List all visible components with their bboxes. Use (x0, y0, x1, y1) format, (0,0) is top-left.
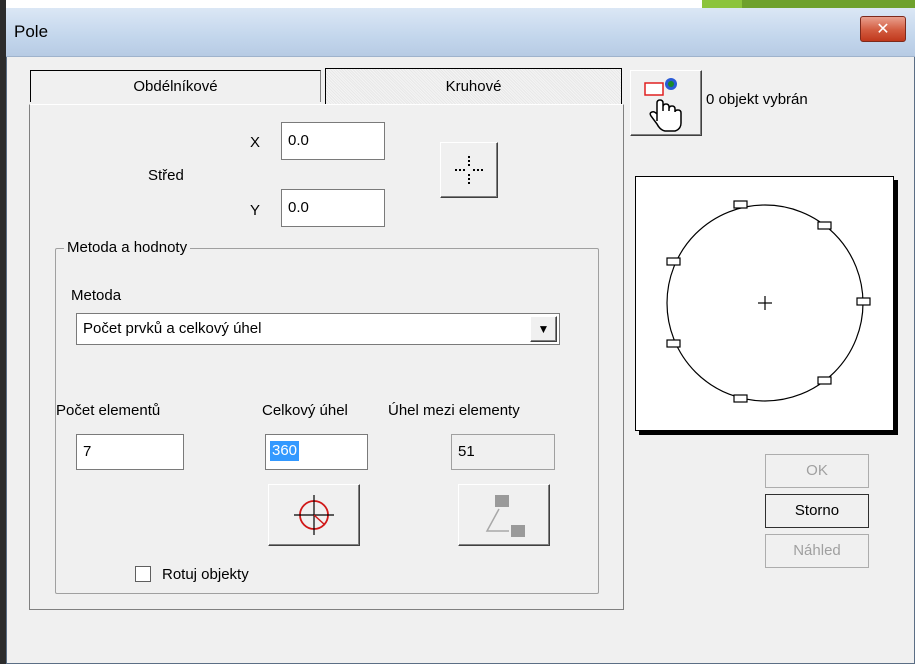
tab-circular[interactable]: Kruhové (325, 68, 622, 104)
y-label: Y (250, 202, 261, 219)
rotate-objects-checkbox[interactable] (135, 566, 151, 582)
method-select-value: Počet prvků a celkový úhel (83, 320, 262, 337)
count-label: Počet elementů (56, 402, 161, 419)
window-title: Pole (14, 22, 49, 41)
center-label: Střed (148, 167, 184, 184)
angle-between-label: Úhel mezi elementy (388, 402, 520, 419)
center-y-input[interactable]: 0.0 (281, 189, 385, 227)
rotate-objects-label: Rotuj objekty (162, 566, 249, 583)
pick-center-button[interactable] (440, 142, 498, 198)
angle-between-icon (485, 495, 525, 537)
total-angle-input[interactable]: 360 (265, 434, 368, 470)
preview-canvas (635, 176, 894, 431)
method-group-title: Metoda a hodnoty (64, 239, 191, 256)
pick-object-hand-icon (644, 78, 682, 132)
pick-angle-button[interactable] (268, 484, 360, 546)
cancel-button[interactable]: Storno (765, 494, 869, 528)
x-label: X (250, 134, 261, 151)
center-x-input[interactable]: 0.0 (281, 122, 385, 160)
circle-array-preview (666, 200, 871, 403)
angle-between-input: 51 (451, 434, 555, 470)
pick-between-angle-button (458, 484, 550, 546)
close-button[interactable]: ✕ (860, 16, 906, 42)
ok-button[interactable]: OK (765, 454, 869, 488)
tab-rectangular[interactable]: Obdélníkové (30, 70, 321, 102)
count-input[interactable]: 7 (76, 434, 184, 470)
background-decoration (742, 0, 915, 8)
total-angle-label: Celkový úhel (262, 402, 348, 419)
crosshair-icon (455, 156, 483, 184)
total-angle-value: 360 (270, 441, 300, 461)
select-objects-button[interactable] (630, 70, 702, 136)
method-label: Metoda (71, 287, 122, 304)
angle-target-icon (294, 495, 334, 535)
title-bar (6, 8, 915, 57)
preview-button[interactable]: Náhled (765, 534, 869, 568)
selection-status: 0 objekt vybrán (706, 91, 808, 108)
chevron-down-icon[interactable]: ▼ (530, 316, 557, 342)
